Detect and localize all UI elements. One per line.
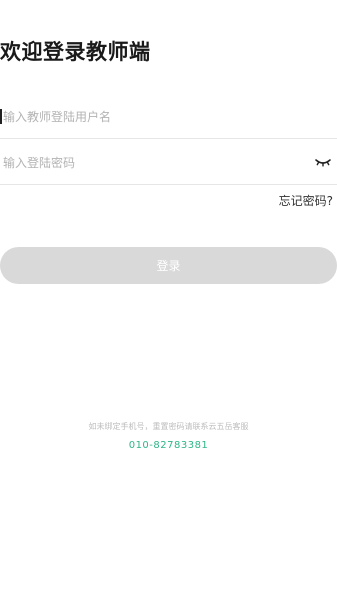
support-phone-link[interactable]: 010-82783381 bbox=[0, 440, 337, 451]
forgot-password-link[interactable]: 忘记密码? bbox=[279, 192, 333, 209]
eye-closed-icon[interactable] bbox=[314, 153, 332, 171]
password-input[interactable] bbox=[0, 141, 303, 184]
username-field bbox=[0, 95, 337, 139]
page-title: 欢迎登录教师端 bbox=[0, 40, 151, 64]
support-hint: 如未绑定手机号，重置密码请联系云五岳客服 bbox=[88, 422, 249, 431]
username-input[interactable] bbox=[0, 95, 303, 138]
password-field bbox=[0, 141, 337, 185]
login-button[interactable]: 登录 bbox=[0, 247, 337, 284]
